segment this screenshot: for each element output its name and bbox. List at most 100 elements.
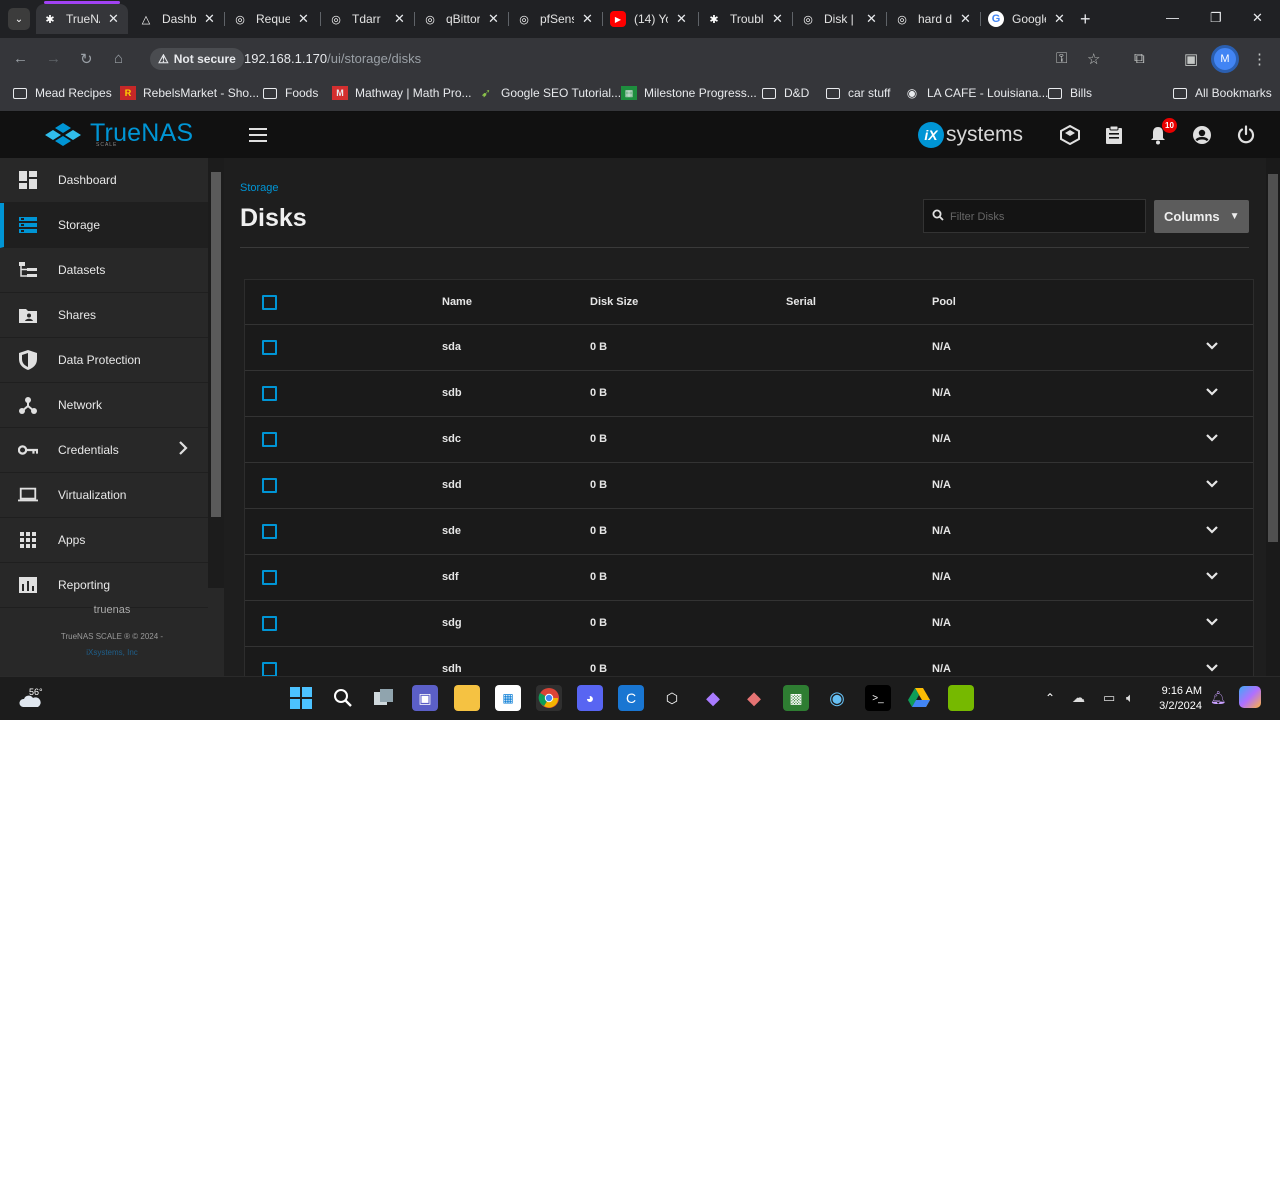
table-row[interactable]: sdc 0 B N/A bbox=[245, 417, 1253, 463]
expand-chevron-down-icon[interactable] bbox=[1205, 432, 1221, 448]
not-secure-chip[interactable]: ⚠ Not secure bbox=[150, 48, 244, 70]
search-icon[interactable] bbox=[330, 685, 356, 711]
reload-icon[interactable]: ↻ bbox=[80, 50, 93, 68]
browser-tab[interactable]: △ Dashboard ✕ bbox=[132, 4, 224, 34]
store-icon[interactable]: ▦ bbox=[495, 685, 521, 711]
bookmark-item[interactable]: Bills bbox=[1047, 86, 1092, 100]
volume-icon[interactable]: 🔈︎ bbox=[1126, 690, 1134, 706]
expand-chevron-down-icon[interactable] bbox=[1205, 662, 1221, 676]
sidebar-scrollbar[interactable] bbox=[208, 158, 224, 588]
side-panel-icon[interactable]: ▣ bbox=[1184, 50, 1198, 68]
c-app-icon[interactable]: C bbox=[618, 685, 644, 711]
close-tab-icon[interactable]: ✕ bbox=[298, 11, 309, 27]
google-drive-icon[interactable] bbox=[906, 685, 932, 711]
close-tab-icon[interactable]: ✕ bbox=[1054, 11, 1065, 27]
clock[interactable]: 9:16 AM 3/2/2024 bbox=[1150, 684, 1202, 714]
minecraft-icon[interactable]: ▩ bbox=[783, 685, 809, 711]
expand-chevron-down-icon[interactable] bbox=[1205, 386, 1221, 402]
row-checkbox[interactable] bbox=[262, 662, 277, 676]
task-view-icon[interactable] bbox=[371, 685, 397, 711]
columns-button[interactable]: Columns ▼ bbox=[1154, 200, 1249, 233]
close-window-button[interactable]: ✕ bbox=[1252, 10, 1263, 26]
bookmark-item[interactable]: R RebelsMarket - Sho... bbox=[120, 86, 259, 100]
bookmark-item[interactable]: D&D bbox=[761, 86, 809, 100]
row-checkbox[interactable] bbox=[262, 432, 277, 447]
ixsystems-logo[interactable]: iX systems bbox=[918, 122, 1023, 148]
column-header-name[interactable]: Name bbox=[442, 296, 472, 308]
network-tray-icon[interactable]: ▭ bbox=[1103, 690, 1115, 706]
row-checkbox[interactable] bbox=[262, 478, 277, 493]
onedrive-icon[interactable]: ☁ bbox=[1072, 690, 1085, 706]
minimize-button[interactable]: — bbox=[1166, 10, 1179, 25]
filter-disks-input[interactable]: Filter Disks bbox=[923, 199, 1146, 233]
table-row[interactable]: sde 0 B N/A bbox=[245, 509, 1253, 555]
table-row[interactable]: sdf 0 B N/A bbox=[245, 555, 1253, 601]
row-checkbox[interactable] bbox=[262, 570, 277, 585]
company-link[interactable]: iXsystems, Inc bbox=[0, 648, 224, 657]
close-tab-icon[interactable]: ✕ bbox=[488, 11, 499, 27]
browser-tab[interactable]: ◎ hard drive ✕ bbox=[888, 4, 980, 34]
row-checkbox[interactable] bbox=[262, 524, 277, 539]
windows-start-icon[interactable] bbox=[288, 685, 314, 711]
close-tab-icon[interactable]: ✕ bbox=[866, 11, 877, 27]
extensions-icon[interactable]: ⧉ bbox=[1134, 50, 1145, 67]
main-scrollbar[interactable] bbox=[1266, 158, 1280, 676]
chrome-icon[interactable] bbox=[536, 685, 562, 711]
close-tab-icon[interactable]: ✕ bbox=[772, 11, 783, 27]
browser-tab[interactable]: ◎ Tdarr ✕ bbox=[322, 4, 414, 34]
row-checkbox[interactable] bbox=[262, 616, 277, 631]
nvidia-icon[interactable] bbox=[948, 685, 974, 711]
close-tab-icon[interactable]: ✕ bbox=[582, 11, 593, 27]
unity-icon[interactable]: ⬡ bbox=[659, 685, 685, 711]
browser-tab[interactable]: G Google ✕ bbox=[982, 4, 1074, 34]
close-tab-icon[interactable]: ✕ bbox=[960, 11, 971, 27]
browser-tab[interactable]: ◎ Requests ✕ bbox=[226, 4, 318, 34]
bookmark-item[interactable]: Foods bbox=[262, 86, 318, 100]
chat-icon[interactable]: ▣ bbox=[412, 685, 438, 711]
tray-overflow-icon[interactable]: ⌃ bbox=[1045, 691, 1055, 705]
bookmark-item[interactable]: ▦ Milestone Progress... bbox=[621, 86, 757, 100]
browser-tab[interactable]: ◎ pfSense ✕ bbox=[510, 4, 602, 34]
expand-chevron-down-icon[interactable] bbox=[1205, 340, 1221, 356]
account-icon[interactable] bbox=[1191, 124, 1213, 146]
sidebar-item-apps[interactable]: Apps bbox=[0, 518, 208, 563]
column-header-disk-size[interactable]: Disk Size bbox=[590, 296, 638, 308]
profile-avatar[interactable]: M bbox=[1211, 45, 1239, 73]
back-icon[interactable]: ← bbox=[13, 50, 28, 67]
sidebar-item-data-protection[interactable]: Data Protection bbox=[0, 338, 208, 383]
expand-chevron-down-icon[interactable] bbox=[1205, 570, 1221, 586]
truecommand-icon[interactable] bbox=[1059, 124, 1081, 146]
table-row[interactable]: sda 0 B N/A bbox=[245, 325, 1253, 371]
terminal-icon[interactable]: >_ bbox=[865, 685, 891, 711]
bookmark-item[interactable]: ➹ Google SEO Tutorial... bbox=[478, 86, 621, 100]
address-bar[interactable]: ⚠ Not secure 192.168.1.170/ui/storage/dis… bbox=[147, 44, 1280, 74]
all-bookmarks-button[interactable]: All Bookmarks bbox=[1172, 86, 1272, 100]
sidebar-item-reporting[interactable]: Reporting bbox=[0, 563, 208, 608]
close-tab-icon[interactable]: ✕ bbox=[394, 11, 405, 27]
bookmark-star-icon[interactable]: ☆ bbox=[1087, 50, 1100, 68]
steam-icon[interactable]: ◉ bbox=[824, 685, 850, 711]
browser-tab[interactable]: ✱ TrueNAS ✕ bbox=[36, 1, 128, 34]
row-checkbox[interactable] bbox=[262, 340, 277, 355]
main-scroll-thumb[interactable] bbox=[1268, 174, 1278, 542]
visual-studio-icon[interactable]: ◆ bbox=[700, 685, 726, 711]
sidebar-item-network[interactable]: Network bbox=[0, 383, 208, 428]
password-key-icon[interactable]: ⚿ bbox=[1056, 50, 1067, 67]
more-menu-icon[interactable]: ⋮ bbox=[1252, 50, 1267, 68]
sidebar-item-dashboard[interactable]: Dashboard bbox=[0, 158, 208, 203]
sidebar-item-datasets[interactable]: Datasets bbox=[0, 248, 208, 293]
task-manager-icon[interactable] bbox=[1103, 124, 1125, 146]
browser-tab[interactable]: ✱ Troubleshooting ✕ bbox=[700, 4, 792, 34]
select-all-checkbox[interactable] bbox=[262, 295, 277, 310]
forward-icon[interactable]: → bbox=[46, 50, 61, 67]
expand-chevron-down-icon[interactable] bbox=[1205, 616, 1221, 632]
home-icon[interactable]: ⌂ bbox=[114, 50, 123, 67]
copilot-icon[interactable] bbox=[1239, 686, 1261, 708]
close-tab-icon[interactable]: ✕ bbox=[204, 11, 215, 27]
browser-tab[interactable]: ◎ qBittorrent ✕ bbox=[416, 4, 508, 34]
tab-search-button[interactable]: ⌄ bbox=[8, 8, 30, 30]
restore-button[interactable]: ❐ bbox=[1210, 10, 1222, 26]
bookmark-item[interactable]: Mead Recipes bbox=[12, 86, 112, 100]
sidebar-item-shares[interactable]: Shares bbox=[0, 293, 208, 338]
expand-chevron-down-icon[interactable] bbox=[1205, 478, 1221, 494]
